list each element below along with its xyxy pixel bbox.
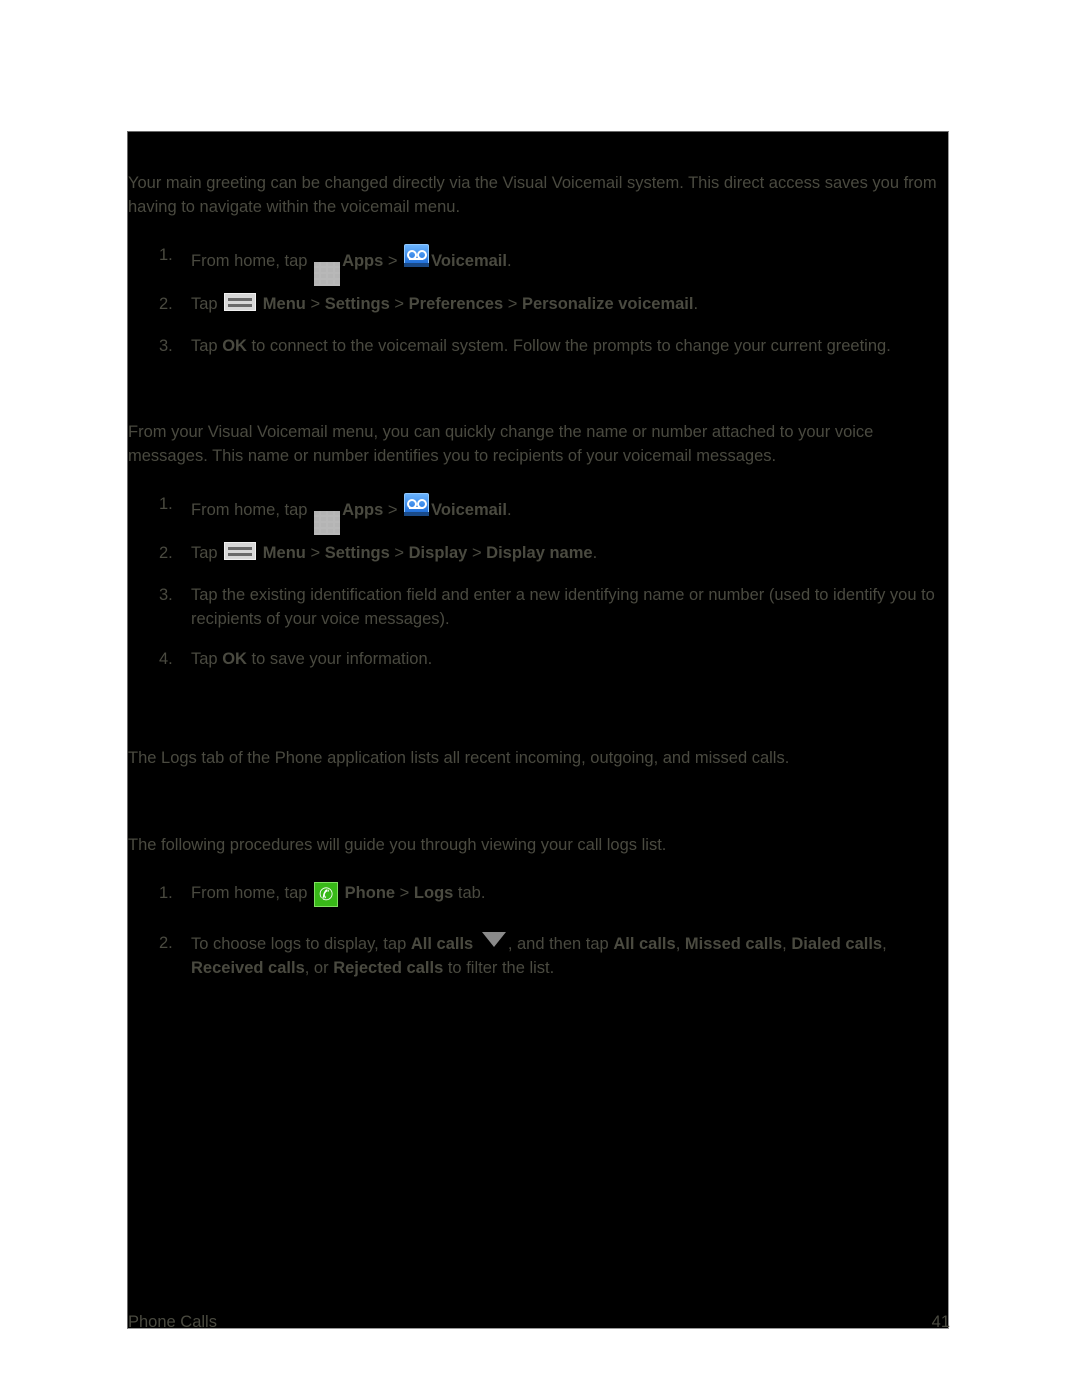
voicemail-label: Voicemail (431, 501, 507, 519)
step-text: From home, tap (191, 501, 308, 519)
separator: > (310, 295, 321, 313)
separator: > (399, 884, 410, 902)
step-number: 3. (159, 337, 173, 355)
punctuation: . (592, 544, 598, 562)
menu-label: Menu (262, 295, 306, 313)
voicemail-icon (404, 493, 430, 516)
display-name-label: Display name (486, 544, 593, 562)
punctuation: , (882, 935, 887, 953)
punctuation: . (693, 295, 699, 313)
dropdown-triangle-icon (481, 932, 506, 947)
step-text: Tap (191, 337, 218, 355)
apps-grid-icon (314, 262, 341, 286)
document-page: Your main greeting can be changed direct… (127, 131, 950, 1331)
received-calls-option: Received calls (191, 958, 305, 977)
settings-label: Settings (324, 544, 390, 562)
call-logs-intro: The Logs tab of the Phone application li… (128, 749, 790, 767)
missed-calls-option: Missed calls (684, 935, 783, 953)
step-number: 1. (159, 495, 173, 513)
separator: > (394, 295, 405, 313)
step-number: 2. (159, 544, 173, 562)
logs-label: Logs (413, 884, 454, 902)
step-number: 3. (159, 586, 173, 604)
apps-label: Apps (342, 252, 384, 270)
all-calls-label: All calls (410, 935, 474, 953)
step-text: From home, tap (191, 252, 308, 270)
step-text: From home, tap (191, 884, 308, 902)
ok-label: OK (222, 650, 247, 668)
step-text: , and then tap (507, 935, 609, 953)
punctuation: . (506, 501, 512, 519)
separator: > (471, 544, 482, 562)
step-text: tab. (457, 884, 486, 902)
separator: > (387, 252, 398, 270)
step-text: Tap the existing identification field an… (191, 586, 935, 628)
greeting-intro: Your main greeting can be changed direct… (128, 174, 937, 216)
menu-icon (224, 542, 257, 560)
step-text: to filter the list. (447, 958, 555, 977)
menu-label: Menu (262, 544, 306, 562)
step-number: 1. (159, 246, 173, 264)
punctuation: . (506, 252, 512, 270)
footer-section-title: Phone Calls (128, 1313, 217, 1331)
step-text: to connect to the voicemail system. Foll… (251, 337, 891, 355)
separator: > (507, 295, 518, 313)
display-label: Display (408, 544, 468, 562)
apps-label: Apps (342, 501, 384, 519)
punctuation: , (782, 935, 787, 953)
step-text: Tap (191, 544, 218, 562)
page-number: 41 (931, 1313, 950, 1331)
step-number: 2. (159, 295, 173, 313)
rejected-calls-option: Rejected calls (333, 958, 444, 977)
ok-label: OK (222, 337, 247, 355)
step-number: 1. (159, 884, 173, 902)
menu-icon (224, 293, 257, 311)
phone-icon: ✆ (314, 882, 339, 907)
preferences-label: Preferences (408, 295, 504, 313)
dialed-calls-option: Dialed calls (791, 935, 883, 953)
step-text: Tap (191, 295, 218, 313)
step-text: Tap (191, 650, 218, 668)
personalize-voicemail-label: Personalize voicemail (521, 295, 694, 313)
step-number: 2. (159, 934, 173, 952)
punctuation: , (675, 935, 681, 953)
step-text: , or (304, 958, 329, 977)
separator: > (394, 544, 405, 562)
voicemail-label: Voicemail (431, 252, 507, 270)
all-calls-option: All calls (613, 935, 676, 953)
phone-label: Phone (344, 884, 396, 902)
view-logs-intro: The following procedures will guide you … (128, 836, 667, 854)
separator: > (310, 544, 321, 562)
settings-label: Settings (324, 295, 390, 313)
separator: > (387, 501, 398, 519)
display-name-intro: From your Visual Voicemail menu, you can… (128, 423, 874, 465)
voicemail-icon (404, 244, 430, 267)
step-text: To choose logs to display, tap (191, 935, 407, 953)
step-text: to save your information. (251, 650, 433, 668)
step-number: 4. (159, 650, 173, 668)
apps-grid-icon (314, 511, 341, 535)
